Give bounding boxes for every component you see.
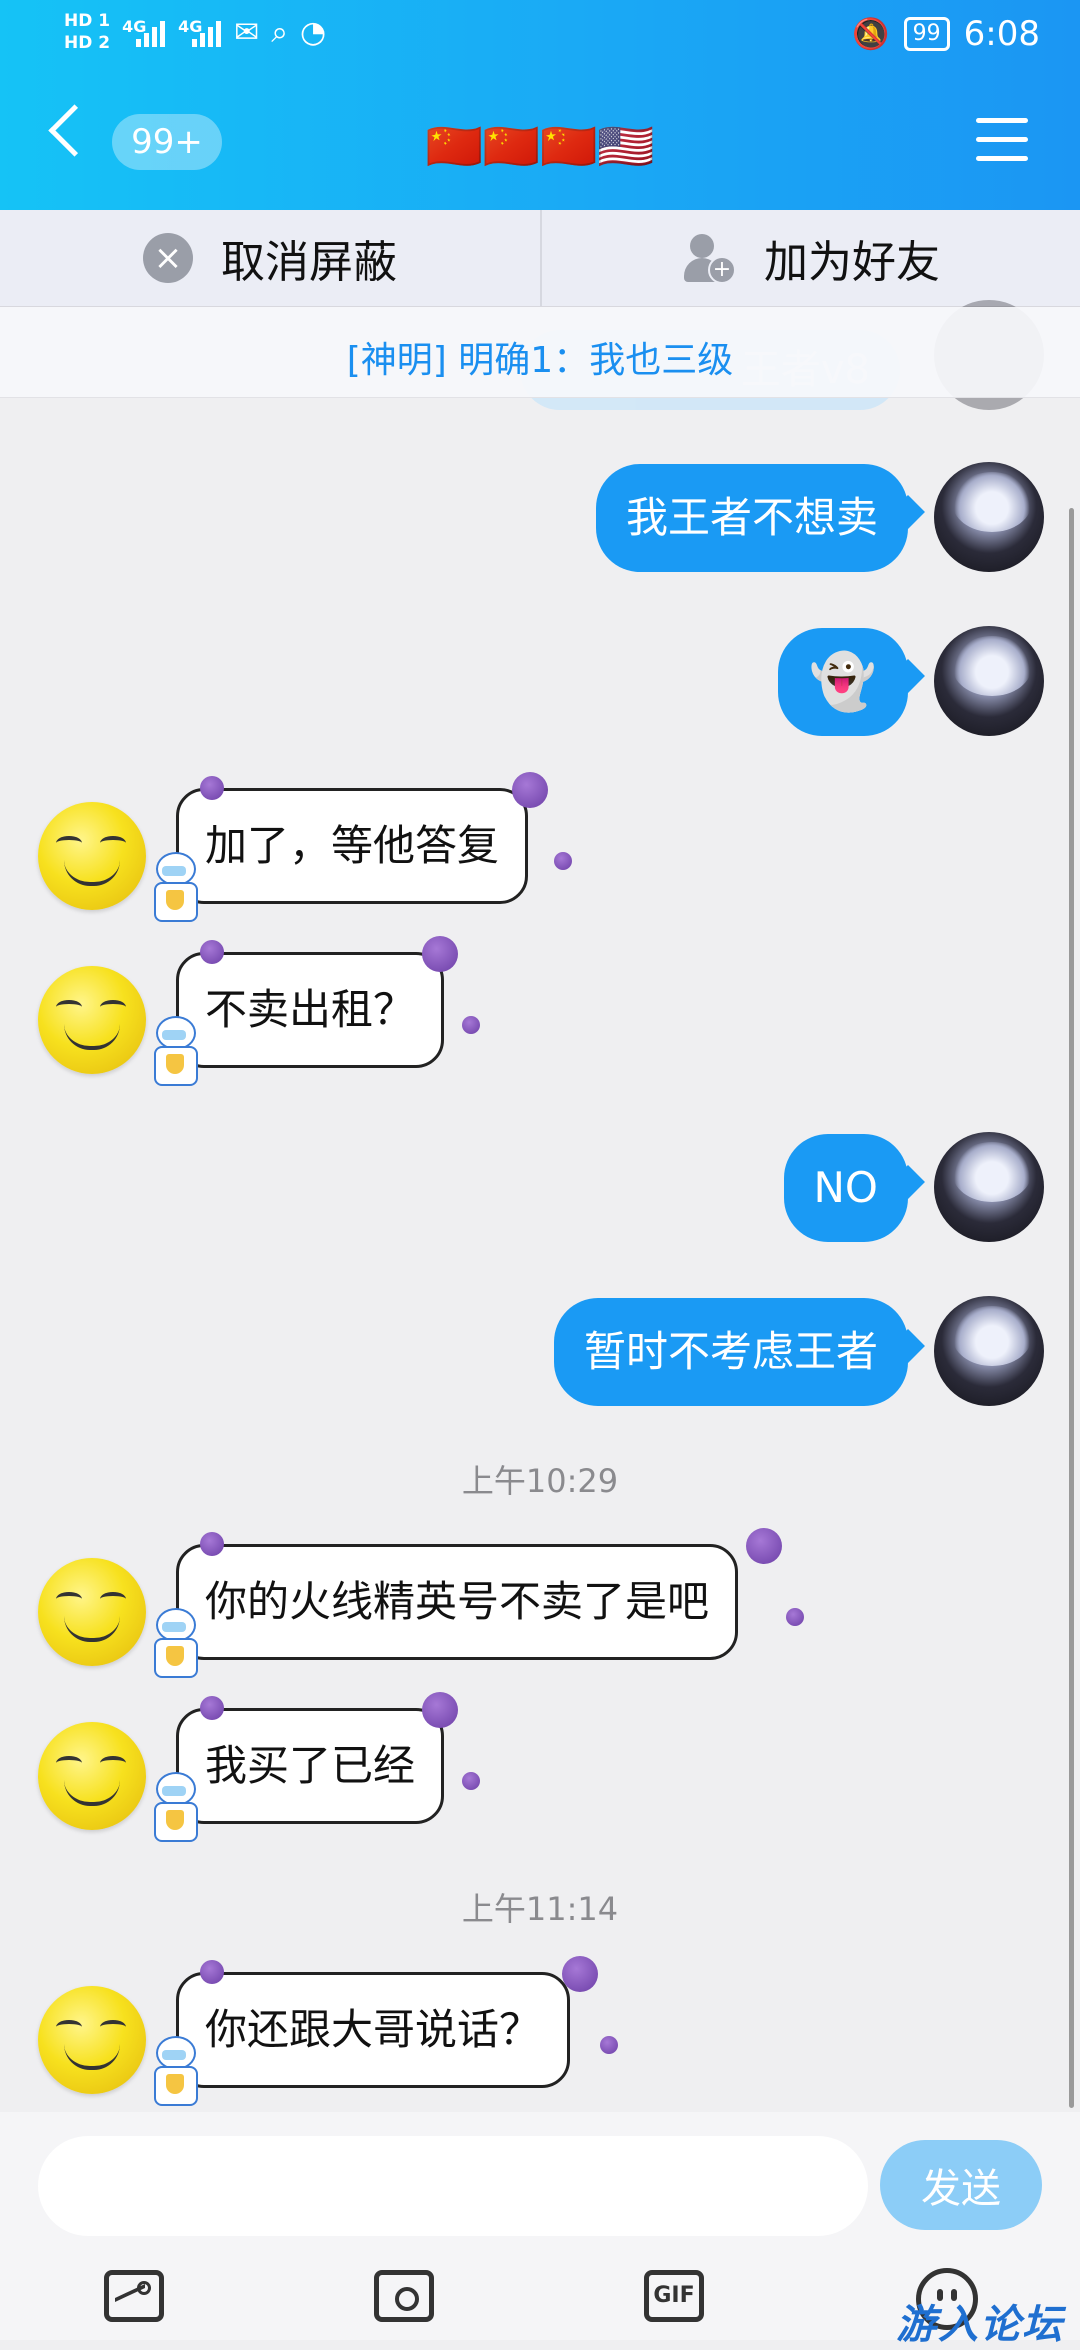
friend-avatar[interactable] — [38, 1986, 146, 2094]
virus-decoration-icon — [422, 936, 458, 972]
camera-icon[interactable] — [374, 2270, 434, 2322]
message-row: 暂时不考虑王者 — [0, 1296, 1080, 1418]
incoming-bubble[interactable]: 不卖出租？ — [176, 952, 445, 1068]
status-right: 🔕 99 6:08 — [852, 14, 1040, 54]
menu-icon[interactable] — [976, 118, 1028, 162]
unblock-button[interactable]: × 取消屏蔽 — [0, 210, 540, 306]
friend-avatar[interactable] — [38, 802, 146, 910]
signal-icon-2: 4G — [178, 17, 222, 47]
virus-decoration-icon — [562, 1956, 598, 1992]
message-row: 不卖出租？ — [0, 936, 1080, 1092]
message-row: NO — [0, 1132, 1080, 1254]
scrollbar[interactable] — [1069, 508, 1074, 2108]
doctor-decoration-icon — [152, 1608, 198, 1684]
input-toolbar: GIF 游入论坛 — [0, 2252, 1080, 2348]
virus-decoration-icon — [462, 1772, 480, 1790]
friend-avatar[interactable] — [38, 966, 146, 1074]
send-button[interactable]: 发送 — [880, 2140, 1042, 2230]
virus-decoration-icon — [200, 940, 224, 964]
sticker-bubble[interactable]: 👻 — [778, 628, 908, 736]
incoming-bubble[interactable]: 加了，等他答复 — [176, 788, 529, 904]
add-friend-button[interactable]: + 加为好友 — [540, 210, 1080, 306]
message-row: 你还跟大哥说话？ — [0, 1956, 1080, 2112]
unblock-icon: × — [143, 233, 193, 283]
search-status-icon: ⌕ — [271, 14, 289, 50]
message-input[interactable] — [38, 2136, 868, 2236]
add-person-icon: + — [684, 232, 736, 284]
hd-indicators: HD 1 HD 2 — [64, 10, 110, 54]
add-friend-label: 加为好友 — [764, 237, 940, 288]
status-bar: HD 1 HD 2 4G 4G ✉ ⌕ ◔ 🔕 99 6:08 — [0, 0, 1080, 76]
my-avatar[interactable] — [934, 1132, 1044, 1242]
message-list[interactable]: 我王者不想卖 👻 加了，等他答复 不卖出租？ NO 暂时不考虑王者 上午10:2… — [0, 398, 1080, 2112]
message-row: 你的火线精英号不卖了是吧 — [0, 1528, 1080, 1684]
outgoing-bubble[interactable]: NO — [783, 1134, 908, 1242]
my-avatar[interactable] — [934, 1296, 1044, 1406]
hd1-label: HD 1 — [64, 11, 111, 31]
signal-icon: 4G — [122, 17, 166, 47]
network-label-2: 4G — [178, 17, 203, 36]
timestamp: 上午11:14 — [461, 1890, 619, 1928]
clock: 6:08 — [963, 14, 1040, 54]
incoming-bubble[interactable]: 你还跟大哥说话？ — [176, 1972, 571, 2088]
my-avatar[interactable] — [934, 462, 1044, 572]
doctor-decoration-icon — [152, 2036, 198, 2112]
unblock-label: 取消屏蔽 — [221, 237, 397, 288]
picture-icon[interactable] — [104, 2270, 164, 2322]
virus-decoration-icon — [600, 2036, 618, 2054]
watermark: 游入论坛 — [896, 2302, 1064, 2348]
doctor-decoration-icon — [152, 1016, 198, 1092]
message-row: 我王者不想卖 — [0, 462, 1080, 584]
virus-decoration-icon — [200, 1960, 224, 1984]
battery-icon: 99 — [903, 17, 950, 51]
incoming-bubble[interactable]: 我买了已经 — [176, 1708, 445, 1824]
outgoing-bubble[interactable]: 我王者不想卖 — [595, 464, 908, 572]
virus-decoration-icon — [422, 1692, 458, 1728]
wechat-icon: ✉ — [234, 14, 260, 50]
virus-decoration-icon — [200, 1532, 224, 1556]
hd2-label: HD 2 — [64, 33, 111, 53]
virus-decoration-icon — [200, 1696, 224, 1720]
chat-title: 🇨🇳🇨🇳🇨🇳🇺🇸 — [425, 119, 655, 173]
incoming-bubble[interactable]: 你的火线精英号不卖了是吧 — [176, 1544, 739, 1660]
friend-avatar[interactable] — [38, 1558, 146, 1666]
virus-decoration-icon — [554, 852, 572, 870]
input-bar: 发送 GIF 游入论坛 — [0, 2112, 1080, 2348]
outgoing-bubble[interactable]: 暂时不考虑王者 — [553, 1298, 908, 1406]
my-avatar[interactable] — [934, 626, 1044, 736]
message-row: 加了，等他答复 — [0, 772, 1080, 928]
gif-button[interactable]: GIF — [644, 2270, 704, 2322]
virus-decoration-icon — [462, 1016, 480, 1034]
doctor-decoration-icon — [152, 852, 198, 928]
network-label: 4G — [122, 17, 147, 36]
virus-decoration-icon — [512, 772, 548, 808]
notice-bar[interactable]: [神明] 明确1：我也三级 — [0, 307, 1080, 398]
virus-decoration-icon — [786, 1608, 804, 1626]
virus-decoration-icon — [746, 1528, 782, 1564]
message-row: 👻 — [0, 626, 1080, 748]
doctor-decoration-icon — [152, 1772, 198, 1848]
signal-group: HD 1 HD 2 4G 4G ✉ ⌕ ◔ — [64, 10, 326, 54]
notice-text: [神明] 明确1：我也三级 — [346, 340, 734, 381]
message-row: 我买了已经 — [0, 1692, 1080, 1848]
timestamp: 上午10:29 — [461, 1462, 619, 1500]
friend-avatar[interactable] — [38, 1722, 146, 1830]
friend-action-bar: × 取消屏蔽 + 加为好友 — [0, 210, 1080, 307]
virus-decoration-icon — [200, 776, 224, 800]
bell-muted-icon: 🔕 — [852, 16, 890, 52]
chat-header: HD 1 HD 2 4G 4G ✉ ⌕ ◔ 🔕 99 6:08 99+ 🇨🇳🇨🇳… — [0, 0, 1080, 210]
browser-icon: ◔ — [300, 14, 327, 50]
